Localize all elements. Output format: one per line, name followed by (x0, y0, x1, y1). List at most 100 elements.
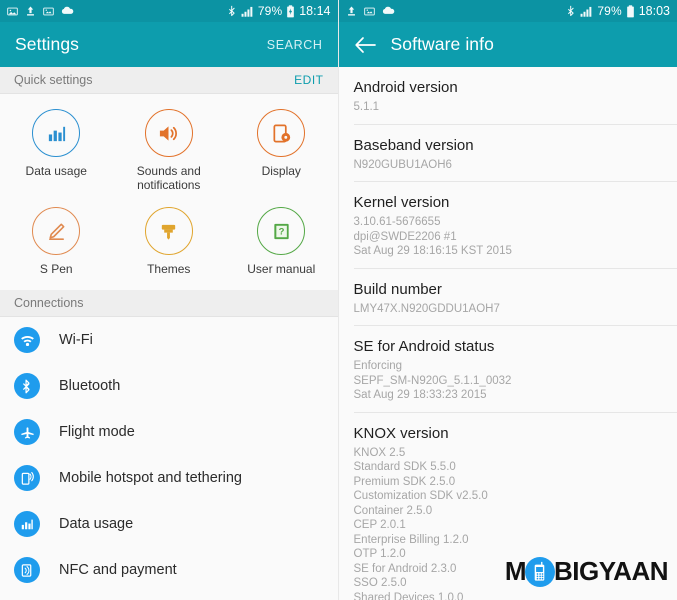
quick-setting-data-usage[interactable]: Data usage (0, 104, 113, 198)
list-item-data-usage[interactable]: Data usage (0, 501, 338, 547)
quick-settings-header: Quick settings EDIT (0, 67, 338, 94)
status-bar-right: 79% 18:03 (338, 0, 677, 22)
status-bar-notification-icons (346, 5, 395, 17)
list-item-mobile-hotspot-and-tethering[interactable]: Mobile hotspot and tethering (0, 455, 338, 501)
upload-icon (25, 5, 36, 17)
quick-setting-label: Display (261, 164, 301, 178)
svg-text:?: ? (278, 226, 284, 237)
connections-header: Connections (0, 290, 338, 317)
page-title: Settings (15, 34, 80, 54)
quick-setting-label: Sounds and notifications (136, 164, 201, 192)
image-sync-icon (363, 6, 375, 17)
quick-setting-themes[interactable]: Themes (113, 202, 226, 282)
bar-chart-icon (32, 109, 81, 157)
mobile-phone-icon (524, 556, 555, 587)
info-entry-android-version[interactable]: Android version 5.1.1 (339, 67, 677, 125)
bluetooth-icon (567, 5, 576, 18)
list-item-label: Mobile hotspot and tethering (59, 470, 242, 486)
clock-label: 18:14 (299, 4, 331, 18)
info-entry-value: 3.10.61-5676655 (353, 216, 441, 228)
info-entry-value: Standard SDK 5.5.0 (353, 461, 456, 473)
info-entry-value: Shared Devices 1.0.0 (353, 591, 464, 600)
battery-percent-label: 79% (257, 4, 283, 18)
info-entry-value: Sat Aug 29 18:16:15 KST 2015 (353, 245, 512, 257)
info-entry-value: dpi@SWDE2206 #1 (353, 230, 457, 243)
image-icon (7, 6, 18, 17)
settings-panel: 79% 18:14 Settings SEARCH Quick settings… (0, 0, 338, 600)
info-entry-baseband-version[interactable]: Baseband version N920GUBU1AOH6 (339, 125, 677, 183)
info-entry-title: SE for Android status (353, 338, 495, 355)
status-bar-notification-icons (7, 5, 74, 17)
quick-setting-label: Data usage (25, 164, 87, 178)
quick-setting-label: S Pen (39, 262, 73, 276)
nfc-icon (14, 557, 40, 583)
info-entry-se-for-android-status[interactable]: SE for Android status Enforcing SEPF_SM-… (339, 326, 677, 413)
list-item-label: NFC and payment (59, 562, 177, 578)
info-entry-value: KNOX 2.5 (353, 446, 406, 459)
info-entry-value: Customization SDK v2.5.0 (353, 490, 488, 502)
battery-full-icon (626, 4, 635, 18)
cloud-icon (382, 6, 395, 16)
connections-list: Wi-Fi Bluetooth Flight mode Mobile hotsp… (0, 317, 338, 600)
status-bar-system-icons: 79% 18:03 (567, 4, 670, 18)
bar-chart-icon (14, 511, 40, 537)
quick-settings-label: Quick settings (14, 73, 93, 87)
status-bar-system-icons: 79% 18:14 (228, 4, 331, 18)
list-item-more-connection-settings[interactable]: More connection settings (0, 593, 338, 600)
list-item-bluetooth[interactable]: Bluetooth (0, 363, 338, 409)
hotspot-icon (14, 465, 40, 491)
info-entry-value: Container 2.5.0 (353, 504, 433, 517)
status-bar-left: 79% 18:14 (0, 0, 338, 22)
mobigyaan-watermark: M BIGYAAN (504, 556, 669, 587)
bluetooth-icon (228, 5, 237, 18)
upload-icon (346, 5, 357, 17)
quick-setting-user-manual[interactable]: ? User manual (225, 202, 338, 282)
pen-icon (32, 207, 81, 255)
info-entry-value: Sat Aug 29 18:33:23 2015 (353, 389, 487, 401)
airplane-icon (14, 419, 40, 445)
battery-percent-label: 79% (597, 4, 622, 18)
info-entry-value: N920GUBU1AOH6 (353, 158, 452, 171)
quick-setting-s-pen[interactable]: S Pen (0, 202, 113, 282)
back-arrow-icon[interactable] (352, 32, 378, 58)
cloud-icon (61, 6, 74, 16)
info-entry-title: Build number (353, 280, 442, 298)
speaker-icon (144, 109, 193, 157)
paintbrush-icon (144, 207, 193, 255)
info-entry-value: 5.1.1 (353, 101, 380, 113)
manual-book-icon: ? (257, 207, 306, 255)
clock-label: 18:03 (638, 4, 670, 18)
signal-bars-icon (580, 6, 593, 17)
list-item-wifi[interactable]: Wi-Fi (0, 317, 338, 363)
quick-setting-label: User manual (247, 262, 316, 276)
quick-setting-display[interactable]: Display (225, 104, 338, 198)
watermark-text-after: BIGYAAN (553, 556, 669, 586)
info-entry-kernel-version[interactable]: Kernel version 3.10.61-5676655 dpi@SWDE2… (339, 182, 677, 269)
quick-setting-sounds-and-notifications[interactable]: Sounds and notifications (113, 104, 226, 198)
bluetooth-icon (14, 373, 40, 399)
info-entry-build-number[interactable]: Build number LMY47X.N920GDDU1AOH7 (339, 269, 677, 327)
info-entry-title: Kernel version (353, 194, 450, 211)
wifi-icon (14, 327, 40, 353)
search-button[interactable]: SEARCH (267, 38, 323, 52)
quick-setting-label: Themes (147, 262, 191, 276)
edit-button[interactable]: EDIT (294, 73, 323, 87)
list-item-flight-mode[interactable]: Flight mode (0, 409, 338, 455)
info-entry-value: CEP 2.0.1 (353, 519, 406, 531)
list-item-nfc-and-payment[interactable]: NFC and payment (0, 547, 338, 593)
software-info-app-bar: Software info (338, 22, 677, 67)
dual-screenshot: 79% 18:14 Settings SEARCH Quick settings… (0, 0, 677, 600)
list-item-label: Wi-Fi (59, 332, 93, 348)
software-info-panel: 79% 18:03 Software info Android version … (337, 0, 677, 600)
software-info-list: Android version 5.1.1 Baseband version N… (338, 67, 677, 600)
quick-settings-grid: Data usage Sounds and notifications Disp… (0, 94, 338, 290)
list-item-label: Bluetooth (59, 378, 121, 394)
image-sync-icon (43, 6, 54, 17)
battery-charging-icon (286, 4, 295, 18)
info-entry-title: KNOX version (353, 424, 449, 442)
signal-bars-icon (241, 6, 254, 17)
page-title: Software info (390, 34, 494, 54)
info-entry-value: Enterprise Billing 1.2.0 (353, 533, 469, 546)
watermark-text-before: M (504, 556, 527, 586)
list-item-label: Data usage (59, 516, 134, 532)
